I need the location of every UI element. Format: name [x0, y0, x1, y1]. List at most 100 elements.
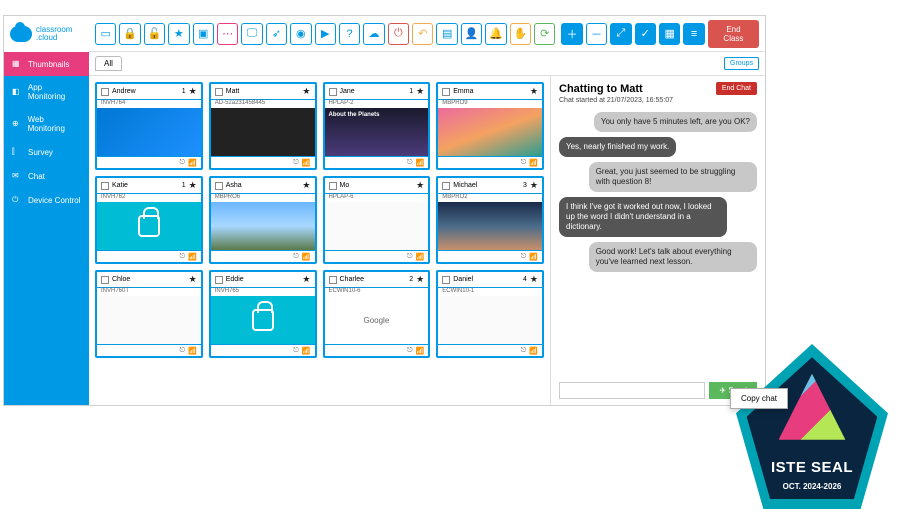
- tb-user-icon[interactable]: 👤: [461, 23, 482, 45]
- tb-more-icon[interactable]: ⋯: [217, 23, 238, 45]
- screen-thumb[interactable]: Google: [325, 296, 429, 344]
- tb-play-icon[interactable]: ▶: [315, 23, 336, 45]
- tb-refresh-icon[interactable]: ⟳: [534, 23, 555, 45]
- checkbox[interactable]: [329, 276, 337, 284]
- student-card[interactable]: Katie1★INVH762⎋📶: [95, 176, 203, 264]
- student-name: Jane: [340, 88, 407, 95]
- student-card[interactable]: Matt★AD-52a231458445⎋📶: [209, 82, 317, 170]
- screen-thumb[interactable]: [97, 296, 201, 344]
- student-name: Matt: [226, 88, 297, 95]
- checkbox[interactable]: [329, 88, 337, 96]
- checkbox[interactable]: [442, 88, 450, 96]
- checkbox[interactable]: [215, 276, 223, 284]
- student-name: Andrew: [112, 88, 179, 95]
- star-icon[interactable]: ★: [189, 86, 197, 97]
- star-icon[interactable]: ★: [530, 180, 538, 191]
- checkbox[interactable]: [215, 182, 223, 190]
- tb-folder-icon[interactable]: ▣: [193, 23, 214, 45]
- device-id: HPLAP-2: [325, 100, 429, 108]
- star-icon[interactable]: ★: [416, 274, 424, 285]
- star-icon[interactable]: ★: [530, 86, 538, 97]
- screen-thumb[interactable]: [97, 202, 201, 250]
- tb-lock-icon[interactable]: 🔒: [119, 23, 140, 45]
- star-icon[interactable]: ★: [416, 180, 424, 191]
- tb-help-icon[interactable]: ?: [339, 23, 360, 45]
- student-card[interactable]: Eddie★INVH765⎋📶: [209, 270, 317, 358]
- star-icon[interactable]: ★: [189, 274, 197, 285]
- sidebar-item-app-monitoring[interactable]: ◧App Monitoring: [4, 76, 89, 108]
- tb-zoomin-icon[interactable]: ＋: [561, 23, 582, 45]
- checkbox[interactable]: [442, 182, 450, 190]
- student-card[interactable]: Michael3★MBPRO2⎋📶: [436, 176, 544, 264]
- screen-thumb[interactable]: [211, 296, 315, 344]
- tb-check-icon[interactable]: ✓: [635, 23, 656, 45]
- tb-book-icon[interactable]: ▤: [436, 23, 457, 45]
- checkbox[interactable]: [442, 276, 450, 284]
- tb-gridview-icon[interactable]: ▦: [659, 23, 680, 45]
- star-icon[interactable]: ★: [302, 86, 310, 97]
- student-num: 1: [182, 88, 186, 95]
- tb-eye-icon[interactable]: ◉: [290, 23, 311, 45]
- app-icon: ◧: [12, 87, 22, 97]
- checkbox[interactable]: [101, 88, 109, 96]
- app-window: classroom.cloud ▦Thumbnails ◧App Monitor…: [3, 15, 766, 406]
- student-card[interactable]: Andrew1★INVH764⎋📶: [95, 82, 203, 170]
- link-icon: ⎋: [179, 159, 185, 167]
- student-name: Daniel: [453, 276, 520, 283]
- checkbox[interactable]: [101, 276, 109, 284]
- tb-hand-icon[interactable]: ✋: [510, 23, 531, 45]
- screen-thumb[interactable]: [211, 202, 315, 250]
- screen-thumb[interactable]: [438, 108, 542, 156]
- star-icon[interactable]: ★: [416, 86, 424, 97]
- checkbox[interactable]: [329, 182, 337, 190]
- tb-star-icon[interactable]: ★: [168, 23, 189, 45]
- end-class-button[interactable]: End Class: [708, 20, 759, 48]
- checkbox[interactable]: [101, 182, 109, 190]
- groups-button[interactable]: Groups: [724, 57, 759, 70]
- student-card[interactable]: Emma★MBPRO9⎋📶: [436, 82, 544, 170]
- student-card[interactable]: Asha★MBPRO6⎋📶: [209, 176, 317, 264]
- tb-listview-icon[interactable]: ≡: [683, 23, 704, 45]
- tb-screen-icon[interactable]: 🖵: [241, 23, 262, 45]
- star-icon[interactable]: ★: [189, 180, 197, 191]
- tb-zoomout-icon[interactable]: －: [586, 23, 607, 45]
- star-icon[interactable]: ★: [530, 274, 538, 285]
- tb-bell-icon[interactable]: 🔔: [485, 23, 506, 45]
- screen-thumb[interactable]: [97, 108, 201, 156]
- tb-cloud-icon[interactable]: ☁: [363, 23, 384, 45]
- sidebar: classroom.cloud ▦Thumbnails ◧App Monitor…: [4, 16, 89, 405]
- chat-input[interactable]: [559, 382, 705, 399]
- screen-thumb[interactable]: [211, 108, 315, 156]
- tb-expand-icon[interactable]: ⤢: [610, 23, 631, 45]
- checkbox[interactable]: [215, 88, 223, 96]
- sidebar-item-web-monitoring[interactable]: ⊕Web Monitoring: [4, 108, 89, 140]
- link-icon: ⎋: [293, 159, 299, 167]
- sidebar-item-chat[interactable]: ✉Chat: [4, 164, 89, 188]
- screen-thumb[interactable]: [325, 202, 429, 250]
- sidebar-item-device-control[interactable]: ⏻Device Control: [4, 188, 89, 212]
- tb-undo-icon[interactable]: ↶: [412, 23, 433, 45]
- tb-power-icon[interactable]: ⏻: [388, 23, 409, 45]
- student-card[interactable]: Charlee2★ECWIN10-6Google⎋📶: [323, 270, 431, 358]
- tb-unlock-icon[interactable]: 🔓: [144, 23, 165, 45]
- student-card[interactable]: Mo★HPLAP-6⎋📶: [323, 176, 431, 264]
- link-icon: ⎋: [407, 347, 413, 355]
- end-chat-button[interactable]: End Chat: [716, 82, 757, 95]
- screen-thumb[interactable]: [438, 296, 542, 344]
- student-card[interactable]: Chloe★INVH760T⎋📶: [95, 270, 203, 358]
- student-card[interactable]: Jane1★HPLAP-2About the Planets⎋📶: [323, 82, 431, 170]
- student-card[interactable]: Daniel4★ECWIN10-1⎋📶: [436, 270, 544, 358]
- sidebar-item-survey[interactable]: ⫿Survey: [4, 140, 89, 164]
- tabs-row: All Groups: [89, 52, 765, 76]
- tb-badge-icon[interactable]: ▭: [95, 23, 116, 45]
- link-icon: ⎋: [407, 253, 413, 261]
- tb-rocket-icon[interactable]: ➶: [266, 23, 287, 45]
- sidebar-item-thumbnails[interactable]: ▦Thumbnails: [4, 52, 89, 76]
- tab-all[interactable]: All: [95, 56, 122, 71]
- context-menu-copy-chat[interactable]: Copy chat: [730, 388, 788, 409]
- student-name: Charlee: [340, 276, 407, 283]
- screen-thumb[interactable]: [438, 202, 542, 250]
- screen-thumb[interactable]: About the Planets: [325, 108, 429, 156]
- star-icon[interactable]: ★: [302, 180, 310, 191]
- star-icon[interactable]: ★: [302, 274, 310, 285]
